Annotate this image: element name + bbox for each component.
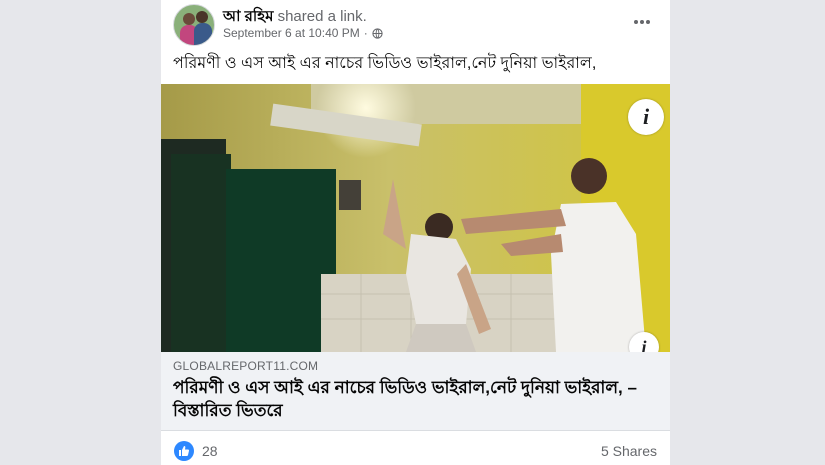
link-image[interactable]: i i [161, 84, 670, 352]
link-preview[interactable]: GLOBALREPORT11.COM পরিমণী ও এস আই এর নাচ… [161, 352, 670, 431]
reactions-bar: 28 5 Shares [161, 432, 670, 465]
link-title[interactable]: পরিমণী ও এস আই এর নাচের ভিডিও ভাইরাল,নেট… [173, 376, 653, 422]
shares-count[interactable]: 5 Shares [601, 443, 657, 459]
post-timestamp[interactable]: September 6 at 10:40 PM [223, 26, 360, 40]
like-count[interactable]: 28 [202, 443, 218, 459]
author-avatar[interactable] [173, 4, 215, 46]
like-icon[interactable] [174, 441, 194, 461]
post-card: আ রহিম shared a link. September 6 at 10:… [161, 0, 670, 465]
more-options-button[interactable] [628, 8, 656, 36]
post-meta: September 6 at 10:40 PM · [223, 26, 383, 40]
thumbs-up-icon [179, 446, 190, 456]
info-button[interactable]: i [628, 99, 664, 135]
link-domain: GLOBALREPORT11.COM [173, 359, 319, 373]
share-action: shared a link. [277, 8, 367, 25]
globe-icon [372, 27, 383, 39]
info-icon: i [642, 104, 650, 129]
video-thumbnail-image [161, 84, 670, 352]
post-text: পরিমণী ও এস আই এর নাচের ভিডিও ভাইরাল,নেট… [173, 55, 597, 72]
author-name[interactable]: আ রহিম [223, 8, 273, 25]
more-horizontal-icon [634, 20, 650, 24]
info-icon: i [641, 336, 647, 353]
post-header: আ রহিম shared a link. September 6 at 10:… [161, 0, 670, 48]
